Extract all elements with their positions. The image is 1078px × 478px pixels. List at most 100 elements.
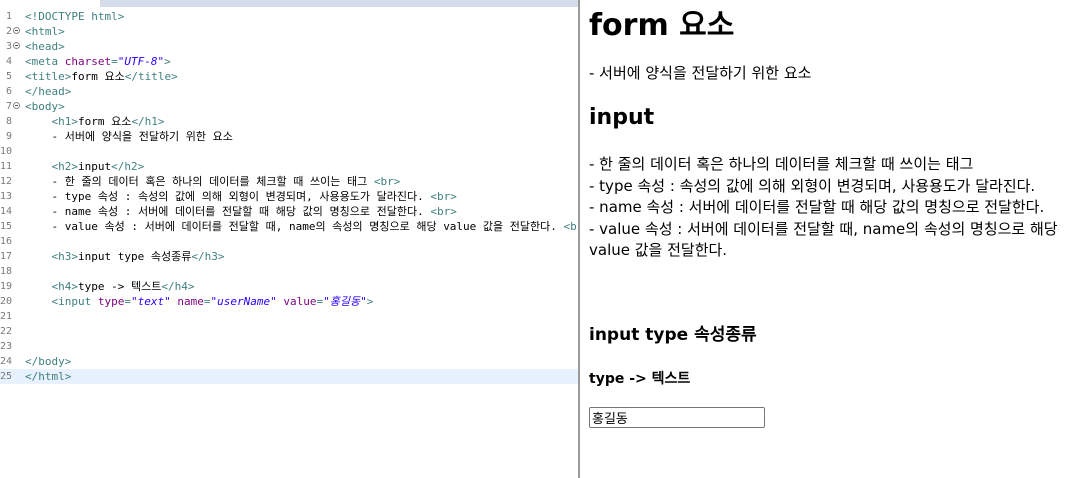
code-token: </title> [124,70,178,83]
code-line[interactable]: 4 <meta charset="UTF-8"> [0,54,578,69]
code-line[interactable]: 17 <h3>input type 속성종류</h3> [0,249,578,264]
code-text: - 한 줄의 데이터 혹은 하나의 데이터를 체크할 때 쓰이는 태그 <br> [25,174,400,189]
code-token: form 요소 [71,70,125,83]
line-number: 25 [0,371,13,382]
code-line[interactable]: 8 <h1>form 요소</h1> [0,114,578,129]
line-number: 5 [5,71,12,82]
browser-preview: form 요소 - 서버에 양식을 전달하기 위한 요소 input - 한 줄… [580,0,1078,478]
code-token: "userName" [210,295,277,308]
line-number: 21 [0,311,13,322]
code-token: <h2> [51,160,79,173]
code-text: <meta charset="UTF-8"> [25,54,171,69]
fold-toggle-icon[interactable] [13,102,20,109]
code-text: </html> [25,369,71,384]
code-token: <br> [430,205,457,218]
code-line[interactable]: 2 <html> [0,24,578,39]
code-token: type -> 텍스트 [78,280,162,293]
code-token: </body> [25,355,72,368]
code-line[interactable]: 15 - value 속성 : 서버에 데이터를 전달할 때, name의 속성… [0,219,578,234]
code-text: - 서버에 양식을 전달하기 위한 요소 [25,129,233,144]
code-token: "UTF-8" [117,55,165,68]
active-tab[interactable] [0,0,100,7]
code-line[interactable]: 18 [0,264,578,279]
line-number: 24 [0,356,13,367]
line-number: 6 [5,86,12,97]
line-number: 23 [0,341,13,352]
code-editor[interactable]: 1 <!DOCTYPE html> 2 <html> 3 <head> 4 <meta cha… [0,0,578,478]
code-text: <head> [25,39,65,54]
code-token: > [366,295,374,308]
code-token: <meta [25,55,65,68]
code-token: <br> [430,190,457,203]
code-line[interactable]: 12 - 한 줄의 데이터 혹은 하나의 데이터를 체크할 때 쓰이는 태그 <… [0,174,578,189]
preview-list-item: - name 속성 : 서버에 데이터를 전달할 때 해당 값의 명칭으로 전달… [589,198,1045,216]
code-text: </body> [25,354,71,369]
line-number: 7 [5,101,12,112]
code-text: <title>form 요소</title> [25,69,178,84]
code-token: - 한 줄의 데이터 혹은 하나의 데이터를 체크할 때 쓰이는 태그 [25,175,374,188]
line-number: 11 [0,161,13,172]
code-token: <h3> [51,250,79,263]
line-number: 10 [0,146,13,157]
code-token: <title> [25,70,72,83]
code-token: <!DOCTYPE html> [25,10,125,23]
line-number: 8 [5,116,12,127]
editor-tab-strip [0,0,578,7]
code-line[interactable]: 16 [0,234,578,249]
code-text: <html> [25,24,65,39]
code-line[interactable]: 3 <head> [0,39,578,54]
code-line[interactable]: 9 - 서버에 양식을 전달하기 위한 요소 [0,129,578,144]
code-lines[interactable]: 1 <!DOCTYPE html> 2 <html> 3 <head> 4 <meta cha… [0,9,578,384]
code-text: <body> [25,99,65,114]
code-line[interactable]: 1 <!DOCTYPE html> [0,9,578,24]
code-line[interactable]: 23 [0,339,578,354]
code-token: <br> [563,220,578,233]
code-token: = [111,55,118,68]
code-line[interactable]: 14 - name 속성 : 서버에 데이터를 전달할 때 해당 값의 명칭으로… [0,204,578,219]
code-line[interactable]: 10 [0,144,578,159]
line-number: 17 [0,251,13,262]
preview-heading-1: form 요소 [589,8,735,43]
code-text: - type 속성 : 속성의 값에 의해 외형이 변경되며, 사용용도가 달라… [25,189,457,204]
preview-list-item: - type 속성 : 속성의 값에 의해 외형이 변경되며, 사용용도가 달라… [589,176,1036,195]
code-token: input type 속성종류 [78,250,192,263]
preview-list-item: - value 속성 : 서버에 데이터를 전달할 때, name의 속성의 명… [589,219,1058,260]
code-line[interactable]: 13 - type 속성 : 속성의 값에 의해 외형이 변경되며, 사용용도가… [0,189,578,204]
code-token: - name 속성 : 서버에 데이터를 전달할 때 해당 값의 명칭으로 전달… [25,205,431,218]
code-line[interactable]: 5 <title>form 요소</title> [0,69,578,84]
code-line[interactable]: 11 <h2>input</h2> [0,159,578,174]
code-token: charset [64,55,112,68]
fold-toggle-icon[interactable] [13,27,20,34]
code-line[interactable]: 7 <body> [0,99,578,114]
preview-attribute-list: - 한 줄의 데이터 혹은 하나의 데이터를 체크할 때 쓰이는 태그 - ty… [589,154,1075,262]
line-number: 1 [5,11,12,22]
code-token: "홍길동" [323,295,367,308]
code-line[interactable]: 24 </body> [0,354,578,369]
code-token: - 서버에 양식을 전달하기 위한 요소 [25,130,233,143]
code-line[interactable]: 19 <h4>type -> 텍스트</h4> [0,279,578,294]
preview-heading-3: input type 속성종류 [589,325,757,345]
code-text: - name 속성 : 서버에 데이터를 전달할 때 해당 값의 명칭으로 전달… [25,204,457,219]
code-token: <body> [25,100,65,113]
code-line[interactable]: 20 <input type="text" name="userName" va… [0,294,578,309]
fold-toggle-icon[interactable] [13,42,20,49]
preview-description: - 서버에 양식을 전달하기 위한 요소 [589,64,812,82]
line-number: 19 [0,281,13,292]
code-token: - value 속성 : 서버에 데이터를 전달할 때, name의 속성의 명… [25,220,564,233]
code-line[interactable]: 22 [0,324,578,339]
code-token: <br> [373,175,401,188]
code-line[interactable]: 21 [0,309,578,324]
preview-list-item: - 한 줄의 데이터 혹은 하나의 데이터를 체크할 때 쓰이는 태그 [589,155,974,173]
username-text-input[interactable] [589,407,765,428]
code-text: <h1>form 요소</h1> [25,114,165,129]
code-token: = [124,295,131,308]
code-token: form 요소 [78,115,132,128]
line-number: 22 [0,326,13,337]
code-token: </h2> [111,160,145,173]
code-line[interactable]: 6 </head> [0,84,578,99]
code-line[interactable]: 25 </html> [0,369,578,384]
